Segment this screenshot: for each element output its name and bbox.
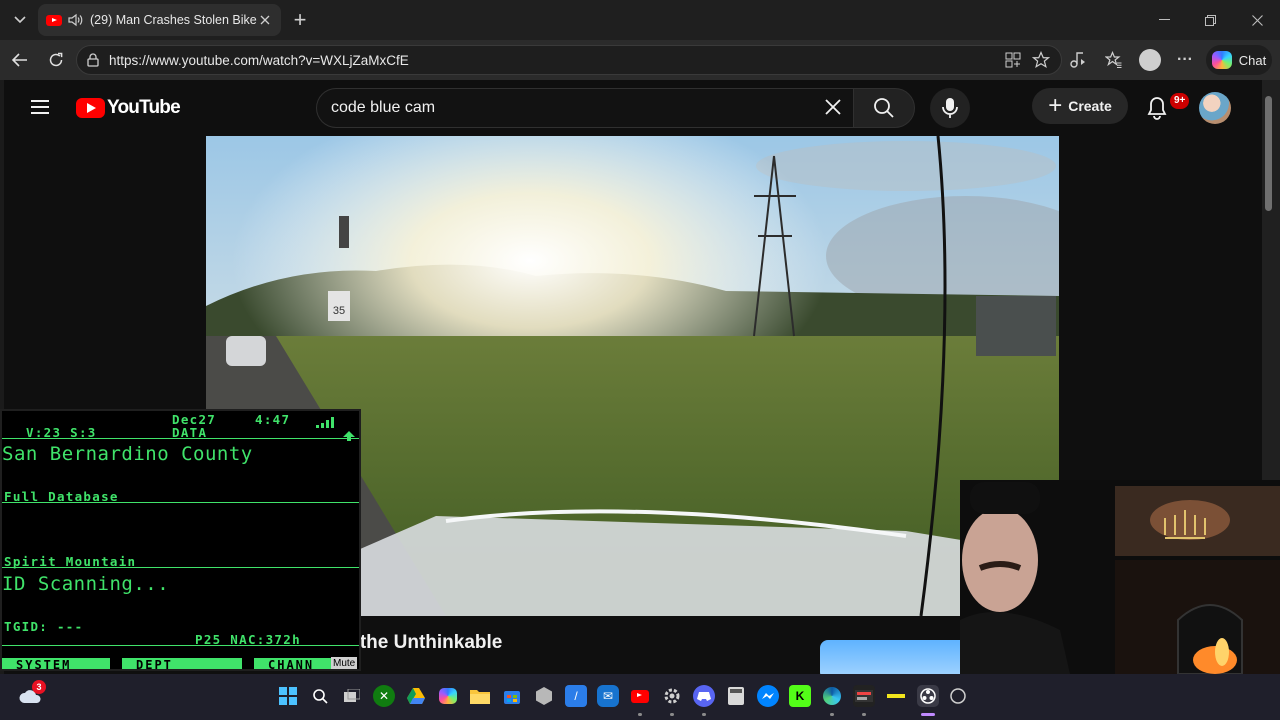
speaker-icon[interactable] <box>68 13 84 27</box>
speed-sign: 35 <box>333 305 345 317</box>
signal-bars-icon <box>316 413 338 432</box>
settings-gear-icon[interactable] <box>661 685 683 707</box>
store-icon[interactable] <box>501 685 523 707</box>
active-app-indicator <box>921 713 935 716</box>
tab-list-icon[interactable] <box>10 10 30 30</box>
editor-app-icon[interactable]: / <box>565 685 587 707</box>
scanner-tab-system[interactable]: SYSTEM <box>2 658 110 669</box>
clear-search-icon[interactable] <box>825 99 841 115</box>
hamburger-menu-icon[interactable] <box>30 98 50 116</box>
tab-title: (29) Man Crashes Stolen Bike <box>90 13 257 27</box>
copilot-chat-button[interactable]: Chat <box>1206 45 1272 75</box>
minimize-icon[interactable] <box>1154 12 1174 28</box>
youtube-logo[interactable]: YouTube <box>76 97 181 119</box>
notifications-bell-icon[interactable] <box>1146 96 1168 120</box>
voice-meeter-icon[interactable] <box>853 685 875 707</box>
weather-badge: 3 <box>32 680 46 694</box>
video-title[interactable]: s the Unthinkable <box>344 632 502 654</box>
running-indicator <box>638 713 642 716</box>
scanner-time: 4:47 <box>255 412 291 427</box>
webcam-overlay <box>960 480 1280 674</box>
taskbar-search-icon[interactable] <box>309 685 331 707</box>
active-tab[interactable]: (29) Man Crashes Stolen Bike <box>38 4 281 36</box>
scanner-tgid: TGID: --- <box>4 619 84 634</box>
running-indicator <box>670 713 674 716</box>
task-view-icon[interactable] <box>341 685 363 707</box>
notification-badge: 9+ <box>1170 93 1190 109</box>
search-icon <box>874 98 894 118</box>
calculator-icon[interactable] <box>725 685 747 707</box>
site-info-icon[interactable] <box>85 52 101 68</box>
back-icon[interactable] <box>10 50 30 70</box>
create-button[interactable]: + Create <box>1032 88 1128 124</box>
close-tab-icon[interactable] <box>257 15 273 25</box>
recommended-thumbnail[interactable] <box>820 640 970 674</box>
favorite-star-icon[interactable] <box>1032 51 1050 69</box>
scanner-overlay: V:23 S:3 Dec27 4:47 DATA San Bernardino … <box>0 409 361 671</box>
media-control-icon[interactable] <box>1068 50 1088 70</box>
search-button[interactable] <box>853 88 915 128</box>
app-hex-icon[interactable] <box>533 685 555 707</box>
file-explorer-icon[interactable] <box>469 685 491 707</box>
favorites-icon[interactable] <box>1104 50 1124 70</box>
mail-icon[interactable]: ✉ <box>597 685 619 707</box>
browser-tab-bar: (29) Man Crashes Stolen Bike + <box>0 0 1280 40</box>
kick-icon[interactable]: K <box>789 685 811 707</box>
running-indicator <box>702 713 706 716</box>
address-bar[interactable]: https://www.youtube.com/watch?v=WXLjZaMx… <box>76 45 1062 75</box>
divider <box>2 502 359 503</box>
divider <box>2 438 359 439</box>
xbox-icon[interactable]: ✕ <box>373 685 395 707</box>
more-menu-icon[interactable]: ··· <box>1175 50 1195 70</box>
search-input[interactable]: code blue cam <box>316 88 854 128</box>
running-indicator <box>830 713 834 716</box>
start-icon[interactable] <box>277 685 299 707</box>
refresh-icon[interactable] <box>46 50 66 70</box>
obs-icon[interactable] <box>917 685 939 707</box>
extra-app-icon[interactable] <box>947 685 969 707</box>
scrollbar-thumb[interactable] <box>1265 96 1272 211</box>
running-indicator <box>862 713 866 716</box>
youtube-favicon-icon <box>46 14 62 26</box>
account-avatar[interactable] <box>1199 92 1231 124</box>
restore-icon[interactable] <box>1200 12 1220 28</box>
youtube-logo-text: YouTube <box>107 97 181 118</box>
url-text: https://www.youtube.com/watch?v=WXLjZaMx… <box>109 52 409 68</box>
new-tab-button[interactable]: + <box>288 7 312 32</box>
scanner-county: San Bernardino County <box>2 443 253 465</box>
close-window-icon[interactable] <box>1247 12 1267 28</box>
drive-icon[interactable] <box>405 685 427 707</box>
webcam-feed <box>960 480 1280 674</box>
profile-icon[interactable] <box>1139 49 1161 71</box>
voice-search-button[interactable] <box>930 88 970 128</box>
search-value: code blue cam <box>331 99 436 116</box>
copilot-icon <box>1211 51 1232 69</box>
discord-icon[interactable] <box>693 685 715 707</box>
arrow-up-icon <box>343 426 355 445</box>
create-label: Create <box>1068 98 1112 114</box>
copilot-app-icon[interactable] <box>437 685 459 707</box>
microphone-icon <box>942 98 958 118</box>
youtube-app-icon[interactable] <box>629 685 651 707</box>
apps-icon[interactable] <box>1005 52 1021 68</box>
browser-toolbar: https://www.youtube.com/watch?v=WXLjZaMx… <box>0 40 1280 80</box>
divider <box>2 567 359 568</box>
scanner-tab-channel[interactable]: CHANN <box>254 658 334 669</box>
plus-icon: + <box>1048 92 1063 119</box>
edge-icon[interactable] <box>821 685 843 707</box>
messenger-icon[interactable] <box>757 685 779 707</box>
media-app-icon[interactable] <box>885 685 907 707</box>
youtube-logo-icon <box>76 98 105 118</box>
scanner-id-status: ID Scanning... <box>2 573 170 595</box>
chat-label: Chat <box>1238 52 1267 68</box>
scanner-tab-dept[interactable]: DEPT <box>122 658 242 669</box>
divider <box>2 645 359 646</box>
mute-button[interactable]: Mute <box>331 657 358 669</box>
windows-taskbar: 3 ✕ / ✉ K <box>0 674 1280 720</box>
